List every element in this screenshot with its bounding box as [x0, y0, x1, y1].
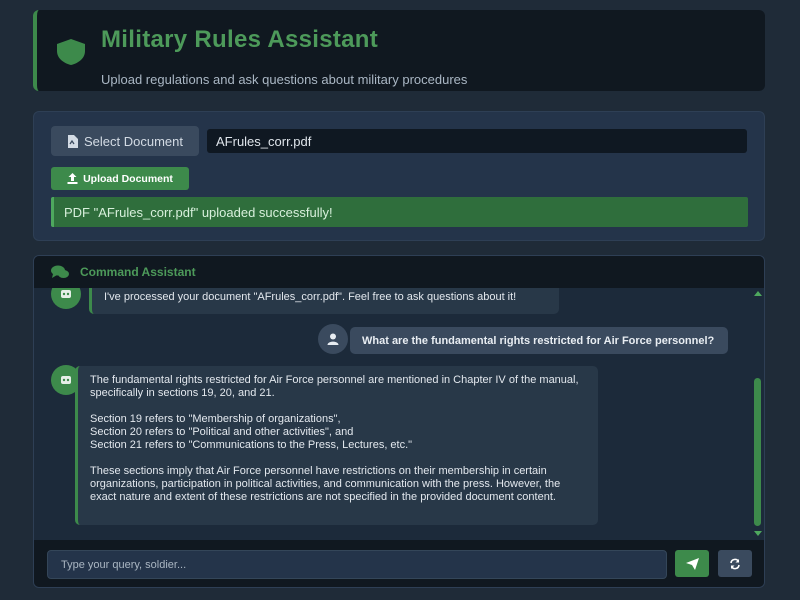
bot-paragraph: Section 20 refers to "Political and othe… — [90, 426, 354, 438]
user-message: What are the fundamental rights restrict… — [350, 327, 728, 354]
user-avatar — [318, 324, 348, 354]
message-list[interactable]: I've processed your document "AFrules_co… — [34, 288, 764, 540]
bot-message: The fundamental rights restricted for Ai… — [75, 366, 598, 525]
robot-icon — [61, 376, 71, 384]
bot-paragraph: The fundamental rights restricted for Ai… — [90, 374, 579, 399]
upload-document-label: Upload Document — [83, 172, 173, 185]
refresh-icon — [730, 558, 740, 569]
upload-success-alert: PDF "AFrules_corr.pdf" uploaded successf… — [51, 197, 748, 227]
paper-plane-icon — [685, 557, 699, 570]
bot-message: I've processed your document "AFrules_co… — [89, 288, 559, 314]
pdf-file-icon — [68, 134, 78, 148]
scroll-down-arrow[interactable] — [754, 531, 762, 536]
upload-panel: Select Document AFrules_corr.pdf Upload … — [33, 111, 765, 241]
chat-input-bar — [34, 540, 764, 587]
shield-icon — [57, 39, 85, 65]
user-icon — [327, 333, 339, 345]
bot-paragraph: Section 19 refers to "Membership of orga… — [90, 413, 341, 425]
bot-paragraph: These sections imply that Air Force pers… — [90, 465, 561, 503]
chat-title: Command Assistant — [80, 265, 196, 279]
bot-avatar — [51, 288, 81, 309]
page-subtitle: Upload regulations and ask questions abo… — [101, 72, 468, 87]
upload-icon — [67, 173, 78, 184]
scroll-up-arrow[interactable] — [754, 291, 762, 296]
select-document-label: Select Document — [84, 133, 183, 149]
page-title: Military Rules Assistant — [101, 26, 379, 53]
user-message-text: What are the fundamental rights restrict… — [362, 334, 715, 347]
app-header: Military Rules Assistant Upload regulati… — [33, 10, 765, 91]
comments-icon — [51, 265, 69, 278]
chat-panel: Command Assistant I've processed your do… — [33, 255, 765, 588]
selected-file-name: AFrules_corr.pdf — [207, 129, 747, 153]
chat-header: Command Assistant — [34, 256, 764, 288]
select-document-button[interactable]: Select Document — [51, 126, 199, 156]
send-button[interactable] — [675, 550, 709, 577]
bot-message-text: I've processed your document "AFrules_co… — [104, 291, 517, 303]
refresh-button[interactable] — [718, 550, 752, 577]
robot-icon — [61, 290, 71, 298]
upload-document-button[interactable]: Upload Document — [51, 167, 189, 190]
scrollbar-thumb[interactable] — [754, 378, 761, 526]
query-input[interactable] — [47, 550, 667, 579]
bot-paragraph: Section 21 refers to "Communications to … — [90, 439, 413, 451]
